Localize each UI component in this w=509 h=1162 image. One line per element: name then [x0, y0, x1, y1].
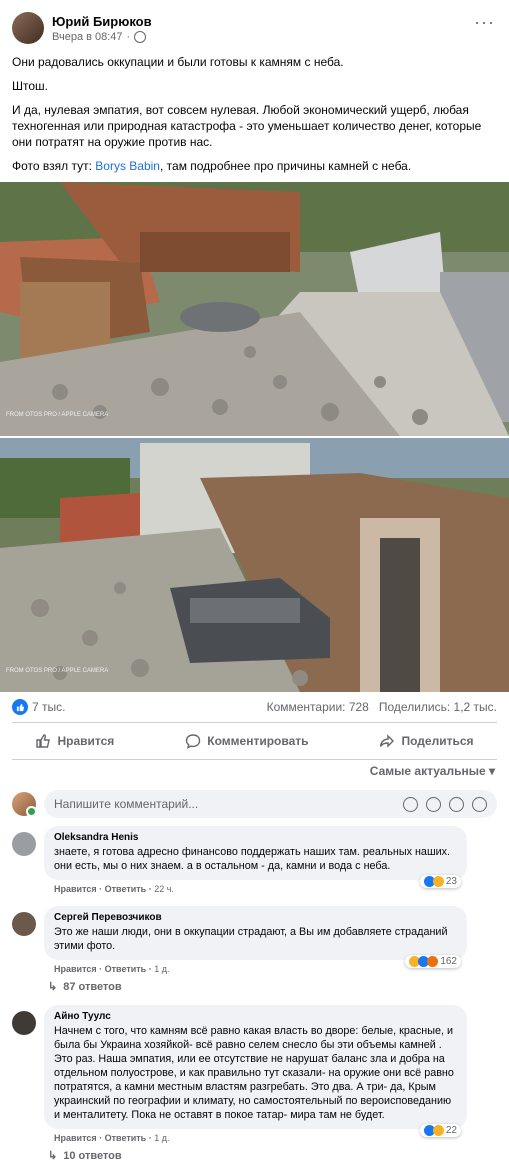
comments-sort-dropdown[interactable]: Самые актуальные ▾ — [0, 760, 509, 786]
comment-composer: Напишите комментарий... — [0, 786, 509, 822]
comment-icon — [186, 734, 201, 749]
online-indicator — [26, 806, 37, 817]
post-photo-1[interactable]: FROM OTOS PRO / APPLE CAMERA — [0, 182, 509, 436]
gif-icon[interactable] — [449, 796, 464, 812]
comment-placeholder: Напишите комментарий... — [54, 797, 199, 811]
post-stats: 7 тыс. Комментарии: 728 Поделились: 1,2 … — [0, 692, 509, 722]
haha-reaction-icon — [432, 876, 444, 887]
photo-watermark: FROM OTOS PRO / APPLE CAMERA — [6, 412, 108, 418]
commenter-avatar[interactable] — [12, 1011, 36, 1035]
share-icon — [380, 734, 395, 748]
current-user-avatar[interactable] — [12, 792, 37, 817]
author-name[interactable]: Юрий Бирюков — [52, 14, 152, 29]
commenter-name[interactable]: Oleksandra Henis — [54, 832, 457, 843]
reactions-summary[interactable]: 7 тыс. — [12, 699, 65, 715]
haha-reaction-icon — [432, 1125, 444, 1136]
comment-reply-link[interactable]: Ответить — [105, 884, 147, 894]
share-label: Поделиться — [401, 734, 474, 748]
post-header: Юрий Бирюков Вчера в 08:47 · ··· — [0, 0, 509, 48]
chevron-down-icon: ▾ — [488, 764, 495, 778]
car-in-stones-photo: FROM OTOS PRO / APPLE CAMERA — [0, 438, 509, 692]
commenter-avatar[interactable] — [12, 912, 36, 936]
reaction-count: 23 — [445, 876, 457, 887]
likes-count: 7 тыс. — [32, 700, 66, 714]
comment-like-link[interactable]: Нравится — [54, 1133, 97, 1143]
post-meta: Вчера в 08:47 · — [52, 30, 152, 43]
comment: Oleksandra Henis знаете, я готова адресн… — [0, 822, 509, 894]
replies-count: 87 ответов — [63, 980, 122, 993]
comment-time[interactable]: 1 д. — [154, 1133, 169, 1143]
sort-label: Самые актуальные — [369, 764, 486, 778]
comment: Сергей Перевозчиков Это же наши люди, он… — [0, 902, 509, 974]
author-avatar[interactable] — [12, 12, 44, 44]
comment-text: Это же наши люди, они в оккупации страда… — [54, 926, 448, 952]
comment-bubble: Сергей Перевозчиков Это же наши люди, он… — [44, 906, 467, 968]
action-bar: Нравится Комментировать Поделиться — [0, 723, 509, 759]
thumbs-up-icon — [36, 734, 51, 748]
comments-count[interactable]: Комментарии: 728 — [267, 700, 369, 714]
comment-text: Начнем с того, что камням всё равно кака… — [54, 1025, 454, 1121]
thumbs-up-icon — [12, 699, 28, 715]
comment-reply-link[interactable]: Ответить — [105, 1133, 147, 1143]
shares-count[interactable]: Поделились: 1,2 тыс. — [379, 700, 497, 714]
post-text: Они радовались оккупации и были готовы к… — [0, 48, 509, 174]
flood-street-photo: FROM OTOS PRO / APPLE CAMERA — [0, 182, 509, 436]
globe-icon — [134, 30, 147, 43]
view-replies-link[interactable]: ↳ 10 ответов — [0, 1143, 509, 1162]
more-options-button[interactable]: ··· — [474, 12, 495, 33]
comment-bubble: Айно Туулс Начнем с того, что камням всё… — [44, 1005, 467, 1137]
reply-arrow-icon: ↳ — [48, 981, 58, 993]
like-button[interactable]: Нравится — [35, 733, 114, 749]
sticker-icon[interactable] — [472, 796, 487, 812]
post-time[interactable]: Вчера в 08:47 — [52, 31, 123, 43]
comment-reactions[interactable]: 23 — [419, 875, 461, 888]
comment-label: Комментировать — [207, 734, 309, 748]
camera-icon[interactable] — [426, 796, 441, 812]
comment-reactions[interactable]: 22 — [419, 1124, 461, 1137]
comment-time[interactable]: 1 д. — [154, 964, 169, 974]
angry-reaction-icon — [427, 956, 439, 967]
view-replies-link[interactable]: ↳ 87 ответов — [0, 974, 509, 994]
replies-count: 10 ответов — [63, 1149, 122, 1162]
comment-button[interactable]: Комментировать — [185, 733, 309, 749]
reaction-count: 162 — [440, 956, 457, 967]
post-paragraph: И да, нулевая эмпатия, вот совсем нулева… — [12, 103, 482, 149]
photo-watermark: FROM OTOS PRO / APPLE CAMERA — [6, 668, 108, 674]
emoji-icon[interactable] — [403, 796, 418, 812]
commenter-name[interactable]: Айно Туулс — [54, 1011, 457, 1022]
commenter-avatar[interactable] — [12, 832, 36, 856]
comment-time[interactable]: 22 ч. — [154, 884, 174, 894]
comment-like-link[interactable]: Нравится — [54, 884, 97, 894]
post-photo-2[interactable]: FROM OTOS PRO / APPLE CAMERA — [0, 438, 509, 692]
comment-text: знаете, я готова адресно финансово подде… — [54, 846, 451, 872]
comment: Айно Туулс Начнем с того, что камням всё… — [0, 1001, 509, 1143]
comment-reply-link[interactable]: Ответить — [105, 964, 147, 974]
comment-bubble: Oleksandra Henis знаете, я готова адресн… — [44, 826, 467, 888]
comment-reactions[interactable]: 162 — [405, 955, 461, 968]
reply-arrow-icon: ↳ — [48, 1150, 58, 1162]
comment-input[interactable]: Напишите комментарий... — [44, 790, 497, 818]
post-paragraph: Они радовались оккупации и были готовы к… — [12, 55, 344, 69]
author-link[interactable]: Borys Babin — [95, 159, 160, 173]
share-button[interactable]: Поделиться — [379, 733, 474, 749]
reaction-count: 22 — [445, 1125, 457, 1136]
commenter-name[interactable]: Сергей Перевозчиков — [54, 912, 457, 923]
post-paragraph: Фото взял тут: Borys Babin, там подробне… — [12, 159, 412, 173]
comment-like-link[interactable]: Нравится — [54, 964, 97, 974]
like-label: Нравится — [57, 734, 115, 748]
post-paragraph: Штош. — [12, 79, 48, 93]
